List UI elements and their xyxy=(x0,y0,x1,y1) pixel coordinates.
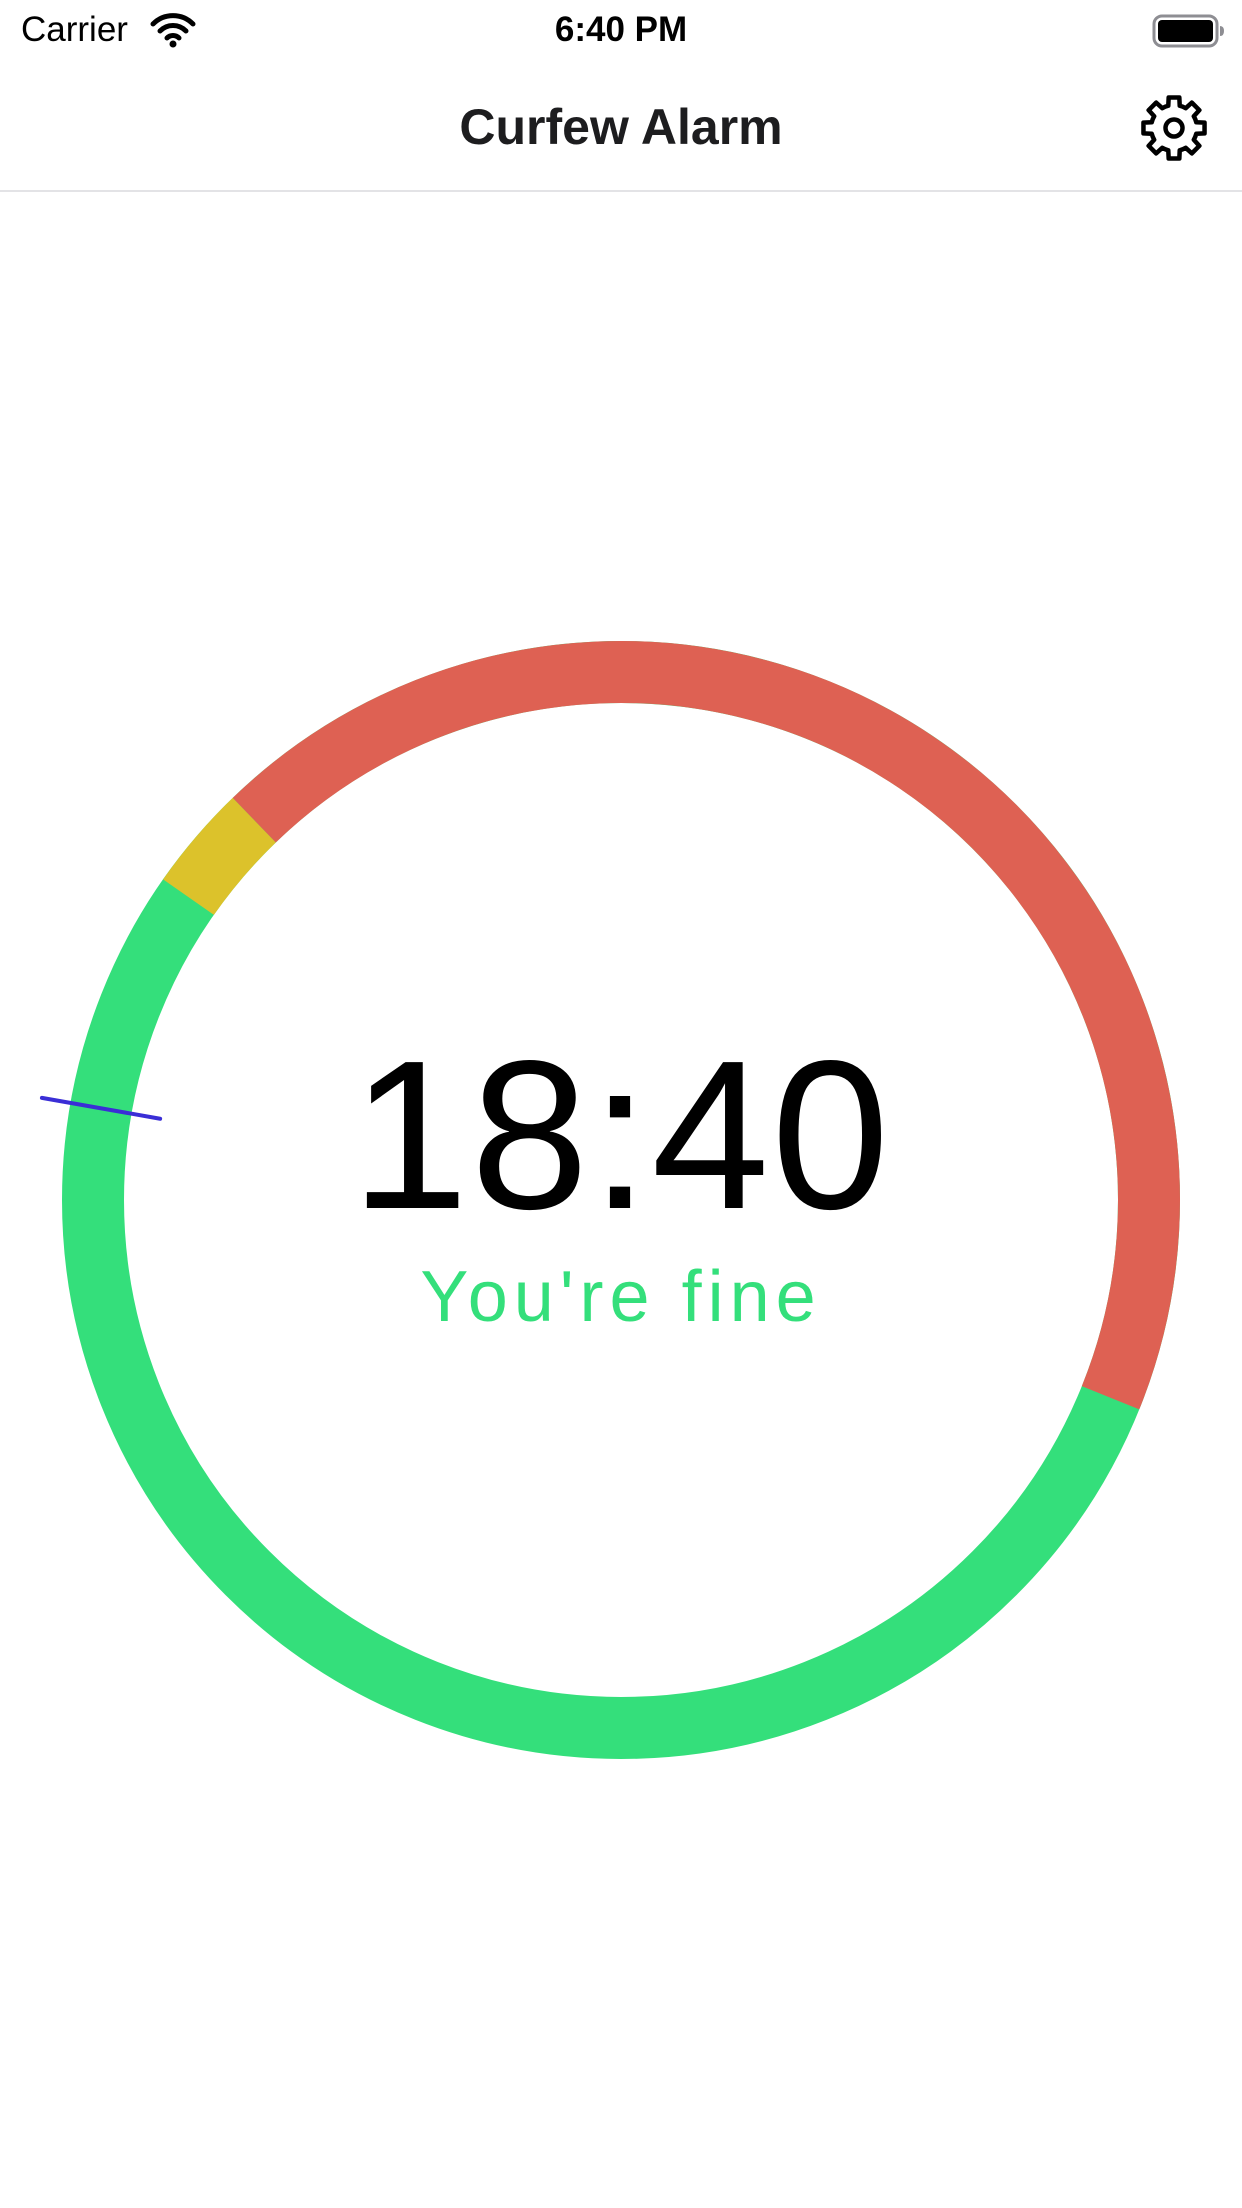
battery-icon xyxy=(1152,14,1226,48)
curfew-clock: 18:40 You're fine xyxy=(0,620,1242,1780)
navigation-bar: Curfew Alarm xyxy=(0,60,1242,192)
current-time: 18:40 xyxy=(350,1016,892,1253)
status-message: You're fine xyxy=(420,1257,822,1337)
page-title: Curfew Alarm xyxy=(459,99,783,155)
gear-icon xyxy=(1136,90,1212,166)
settings-button[interactable] xyxy=(1136,90,1212,166)
status-bar: Carrier 6:40 PM xyxy=(0,0,1242,60)
status-time: 6:40 PM xyxy=(554,10,688,49)
ring-segment-warning xyxy=(163,797,277,916)
